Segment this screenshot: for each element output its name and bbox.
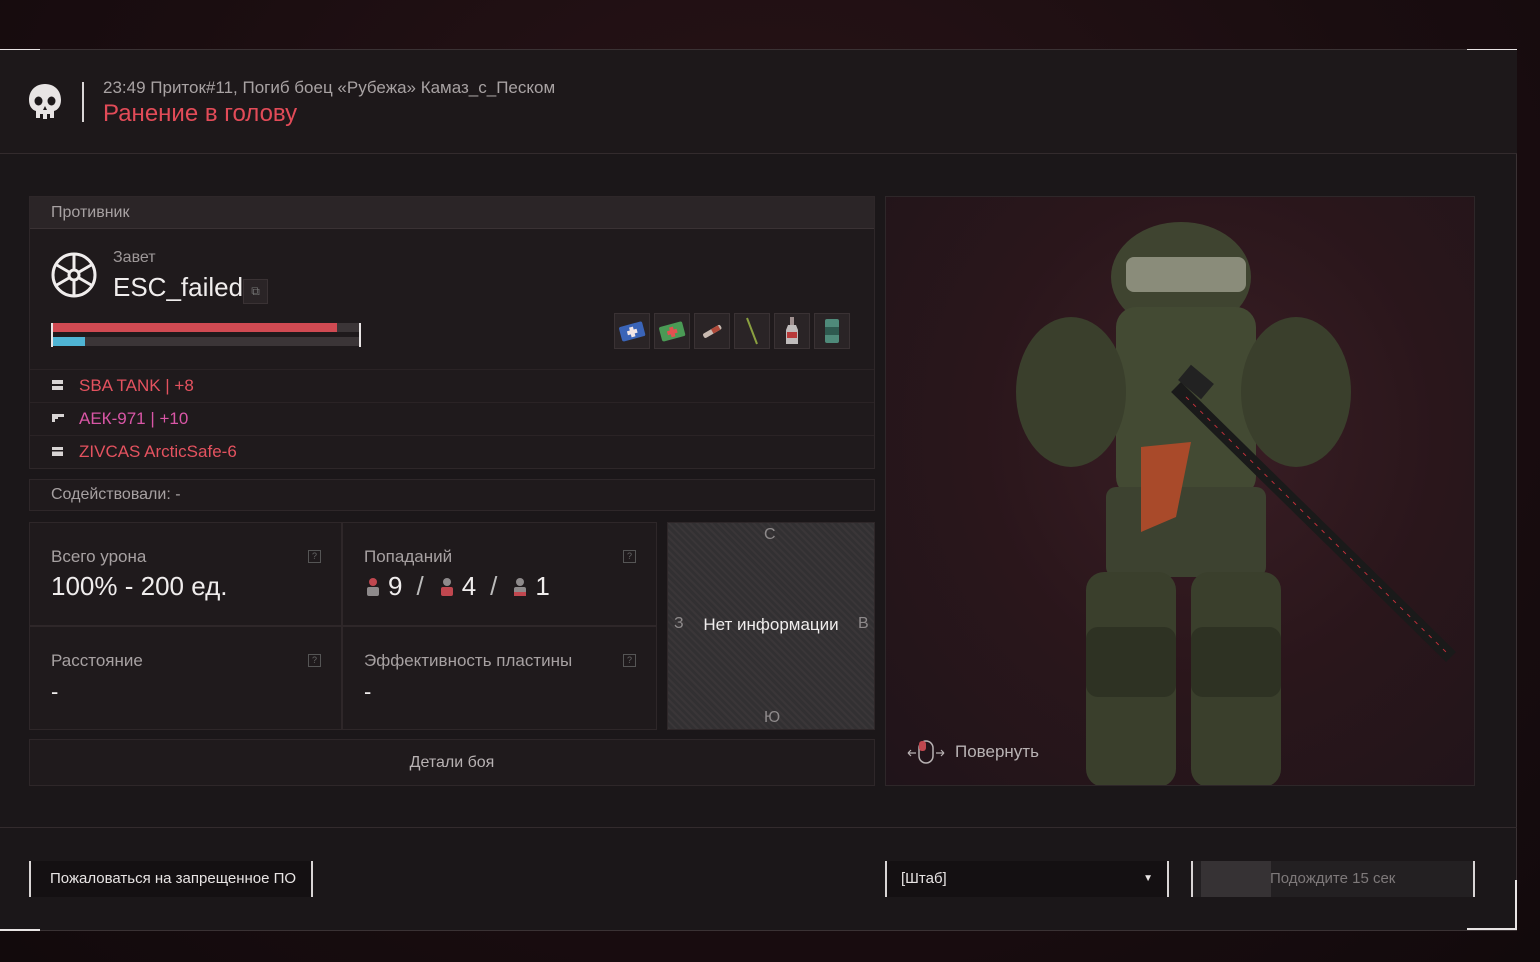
container-icon bbox=[52, 447, 63, 456]
enemy-faction: Завет bbox=[113, 249, 156, 266]
damage-stat: Всего урона 100% - 200 ед. ? bbox=[29, 522, 342, 626]
minimap: С Ю З В Нет информации bbox=[667, 522, 875, 730]
enemy-name: ESC_failed bbox=[113, 272, 244, 302]
equipment-row-armor[interactable]: SBA TANK | +8 bbox=[30, 369, 874, 402]
footer-divider bbox=[0, 827, 1517, 828]
report-cheat-button[interactable]: Пожаловаться на запрещенное ПО bbox=[29, 861, 313, 897]
death-meta: 23:49 Приток#11, Погиб боец «Рубежа» Кам… bbox=[103, 78, 556, 97]
limb-hits: 1 bbox=[535, 571, 550, 601]
hits-separator: / bbox=[416, 571, 424, 601]
distance-label: Расстояние bbox=[51, 651, 143, 670]
stick-icon[interactable] bbox=[734, 313, 770, 349]
can-icon[interactable] bbox=[814, 313, 850, 349]
head-hits: 9 bbox=[388, 571, 403, 601]
compass-south: Ю bbox=[764, 709, 781, 726]
help-icon[interactable]: ? bbox=[623, 654, 636, 667]
hits-values: 9 / 4 / 1 bbox=[364, 571, 550, 602]
body-hit-icon bbox=[440, 577, 453, 596]
death-cause: Ранение в голову bbox=[103, 100, 298, 127]
head-hit-icon bbox=[367, 577, 379, 596]
limb-hit-icon bbox=[514, 577, 527, 596]
distance-stat: Расстояние - ? bbox=[29, 626, 342, 730]
bar-tick-left bbox=[51, 323, 53, 347]
enemy-panel: Противник Завет ESC_failed ⧉ SBA TANK | … bbox=[29, 196, 875, 469]
hits-label: Попаданий bbox=[364, 547, 453, 566]
enemy-section-label: Противник bbox=[30, 197, 874, 229]
frame-corner-bottom-left bbox=[0, 929, 40, 931]
bottle-icon[interactable] bbox=[774, 313, 810, 349]
body-hits: 4 bbox=[461, 571, 477, 601]
damage-value: 100% - 200 ед. bbox=[51, 571, 228, 601]
mouse-rotate-icon bbox=[907, 740, 945, 764]
chevron-down-icon: ▼ bbox=[1143, 873, 1153, 884]
plate-label: Эффективность пластины bbox=[364, 651, 573, 670]
enemy-status-bars bbox=[51, 323, 361, 347]
help-icon[interactable]: ? bbox=[308, 654, 321, 667]
distance-value: - bbox=[51, 679, 59, 704]
respawn-wait-button[interactable]: Подождите 15 сек bbox=[1191, 861, 1475, 897]
armor-icon bbox=[52, 380, 63, 390]
medkit-blue-icon[interactable] bbox=[614, 313, 650, 349]
bar-tick-right bbox=[359, 323, 361, 347]
rotate-hint: Повернуть bbox=[955, 742, 1039, 761]
health-bar bbox=[51, 323, 359, 332]
health-bar-fill bbox=[51, 323, 338, 332]
syringe-icon[interactable] bbox=[694, 313, 730, 349]
medkit-green-icon[interactable] bbox=[654, 313, 690, 349]
wait-label: Подождите 15 сек bbox=[1270, 870, 1396, 887]
rifle-icon bbox=[52, 414, 64, 422]
minimap-no-info: Нет информации bbox=[703, 615, 839, 634]
copy-icon[interactable]: ⧉ bbox=[243, 279, 268, 304]
battle-details-button[interactable]: Детали боя bbox=[29, 739, 875, 786]
equipment-weapon-label: АЕК-971 | +10 bbox=[79, 409, 189, 428]
hits-stat: Попаданий 9 / 4 / 1 ? bbox=[342, 522, 657, 626]
enemy-model-viewport[interactable]: Повернуть bbox=[885, 196, 1475, 786]
equipment-container-label: ZIVCAS ArcticSafe-6 bbox=[79, 442, 237, 461]
respawn-point-select[interactable]: [Штаб] ▼ bbox=[885, 861, 1169, 897]
energy-bar bbox=[51, 337, 359, 346]
compass-north: С bbox=[764, 526, 776, 543]
plate-value: - bbox=[364, 679, 372, 704]
plate-stat: Эффективность пластины - ? bbox=[342, 626, 657, 730]
hits-separator: / bbox=[490, 571, 498, 601]
faction-emblem-icon bbox=[51, 252, 97, 298]
respawn-point-value: [Штаб] bbox=[901, 870, 947, 887]
equipment-row-weapon[interactable]: АЕК-971 | +10 bbox=[30, 402, 874, 435]
enemy-quick-items bbox=[614, 313, 850, 349]
header-divider bbox=[82, 82, 84, 122]
equipment-row-container[interactable]: ZIVCAS ArcticSafe-6 bbox=[30, 435, 874, 468]
soldier-model bbox=[1016, 222, 1456, 785]
help-icon[interactable]: ? bbox=[623, 550, 636, 563]
equipment-armor-label: SBA TANK | +8 bbox=[79, 376, 194, 395]
help-icon[interactable]: ? bbox=[308, 550, 321, 563]
damage-label: Всего урона bbox=[51, 547, 147, 566]
wait-progress-fill bbox=[1201, 861, 1271, 897]
skull-icon bbox=[29, 84, 61, 119]
assist-row: Содействовали: - bbox=[29, 479, 875, 511]
energy-bar-fill bbox=[51, 337, 85, 346]
